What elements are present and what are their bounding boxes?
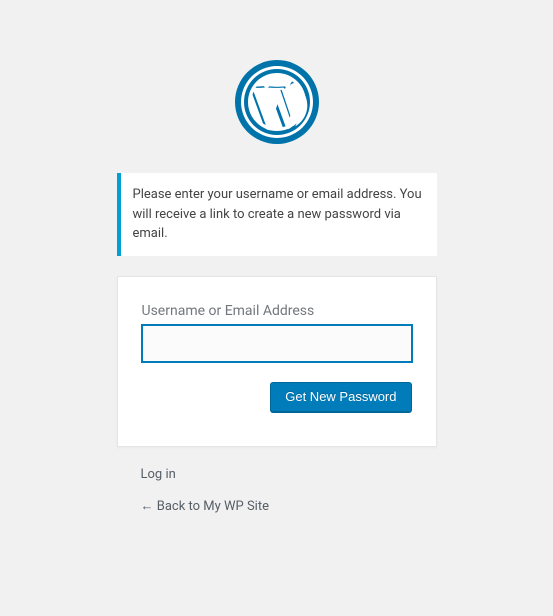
nav-links: Log in ← Back to My WP Site (117, 467, 437, 514)
logo-container (117, 60, 437, 148)
info-message: Please enter your username or email addr… (117, 173, 437, 256)
get-new-password-button[interactable]: Get New Password (270, 382, 411, 412)
login-container: Please enter your username or email addr… (117, 60, 437, 514)
user-login-input[interactable] (142, 325, 412, 363)
submit-row: Get New Password (142, 382, 412, 412)
wordpress-logo-icon (235, 60, 319, 148)
back-to-site-link[interactable]: ← Back to My WP Site (141, 498, 413, 514)
user-login-label: Username or Email Address (142, 303, 412, 319)
login-link[interactable]: Log in (141, 467, 413, 482)
info-message-text: Please enter your username or email addr… (133, 187, 422, 241)
lost-password-form: Username or Email Address Get New Passwo… (117, 276, 437, 448)
